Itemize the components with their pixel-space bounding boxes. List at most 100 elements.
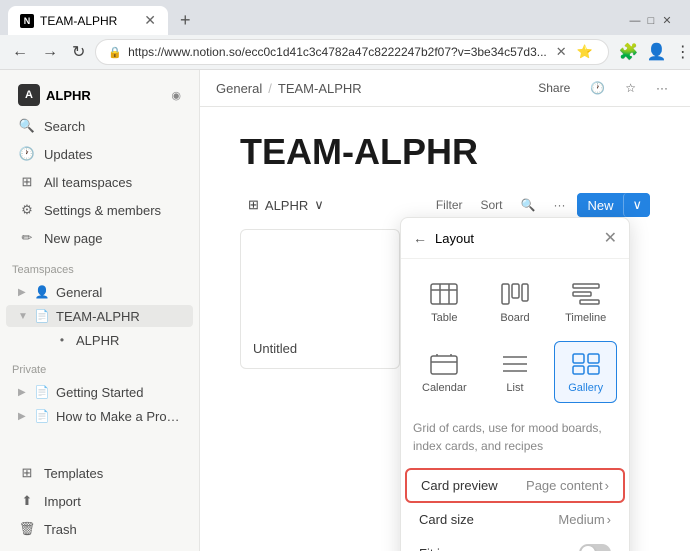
- url-bar[interactable]: 🔒 https://www.notion.so/ecc0c1d41c3c4782…: [95, 39, 608, 65]
- layout-name-table: Table: [431, 312, 457, 324]
- active-tab[interactable]: N TEAM-ALPHR ✕: [8, 6, 168, 35]
- card-size-value: Medium ›: [558, 512, 611, 527]
- layout-popup: ← Layout ✕ Table: [400, 217, 630, 551]
- import-icon: ⬆: [18, 492, 36, 510]
- layout-option-table[interactable]: Table: [413, 271, 476, 333]
- fit-image-row[interactable]: Fit image: [405, 536, 625, 551]
- sidebar-item-import[interactable]: ⬆ Import: [6, 488, 193, 514]
- top-bar: General / TEAM-ALPHR Share 🕐 ☆ ···: [200, 70, 690, 107]
- sidebar-label-teamspaces: All teamspaces: [44, 175, 132, 190]
- db-toolbar: ⊞ ALPHR ∨ Filter Sort 🔍 ··· New ∨: [240, 193, 650, 217]
- sidebar-label-templates: Templates: [44, 466, 103, 481]
- tab-title: TEAM-ALPHR: [40, 14, 138, 28]
- sidebar-label-updates: Updates: [44, 147, 92, 162]
- popup-close-button[interactable]: ✕: [604, 228, 617, 248]
- doc-icon: 📄: [34, 308, 50, 324]
- bookmark-icon[interactable]: ⭐: [574, 44, 596, 60]
- new-tab-button[interactable]: +: [172, 6, 199, 35]
- forward-button[interactable]: →: [38, 41, 62, 63]
- star-icon[interactable]: ✕: [553, 44, 570, 60]
- sidebar-item-newpage[interactable]: ✏ New page: [6, 225, 193, 251]
- sort-button[interactable]: Sort: [475, 195, 509, 215]
- tree-item-general[interactable]: ▶ 👤 General: [6, 281, 193, 303]
- fit-image-toggle[interactable]: [579, 544, 611, 551]
- db-view-button[interactable]: ⊞ ALPHR ∨: [240, 193, 332, 217]
- getting-started-icon: 📄: [34, 384, 50, 400]
- layout-option-timeline[interactable]: Timeline: [554, 271, 617, 333]
- tree-item-alphr[interactable]: • ALPHR: [6, 329, 193, 351]
- sidebar-item-updates[interactable]: 🕐 Updates: [6, 141, 193, 167]
- sidebar-item-teamspaces[interactable]: ⊞ All teamspaces: [6, 169, 193, 195]
- window-controls: — □ ✕: [628, 14, 682, 28]
- sidebar-item-settings[interactable]: ⚙ Settings & members: [6, 197, 193, 223]
- sidebar-label-settings: Settings & members: [44, 203, 161, 218]
- search-icon: 🔍: [18, 117, 36, 135]
- sidebar: A ALPHR ◉ 🔍 Search 🕐 Updates ⊞ All teams…: [0, 70, 200, 551]
- share-button[interactable]: Share: [532, 78, 576, 98]
- extensions-icon[interactable]: 🧩: [619, 42, 639, 62]
- layout-grid: Table Board Timeline: [401, 259, 629, 415]
- close-button[interactable]: ✕: [660, 14, 674, 28]
- alphr-icon: •: [54, 332, 70, 348]
- popup-header: ← Layout ✕: [401, 218, 629, 259]
- minimize-button[interactable]: —: [628, 14, 642, 28]
- layout-name-gallery: Gallery: [568, 382, 603, 394]
- favorite-button[interactable]: ☆: [619, 78, 642, 98]
- card-preview-label: Card preview: [421, 478, 526, 493]
- tab-bar: N TEAM-ALPHR ✕ + — □ ✕: [0, 0, 690, 35]
- page-title: TEAM-ALPHR: [240, 131, 650, 173]
- card-size-row[interactable]: Card size Medium ›: [405, 504, 625, 535]
- sidebar-item-trash[interactable]: 🗑 Trash: [6, 516, 193, 542]
- progress-icon: 📄: [34, 408, 50, 424]
- card-preview-value-text: Page content: [526, 478, 603, 493]
- profile-icon[interactable]: 👤: [647, 42, 667, 62]
- tree-item-progress[interactable]: ▶ 📄 How to Make a Progress ...: [6, 405, 193, 427]
- tab-close-button[interactable]: ✕: [144, 12, 156, 29]
- main-content: General / TEAM-ALPHR Share 🕐 ☆ ··· TEAM-…: [200, 70, 690, 551]
- layout-name-board: Board: [500, 312, 529, 324]
- workspace-header[interactable]: A ALPHR ◉: [6, 80, 193, 110]
- layout-option-gallery[interactable]: Gallery: [554, 341, 617, 403]
- person-icon: 👤: [34, 284, 50, 300]
- more-options-button[interactable]: ···: [650, 78, 674, 98]
- tree-label-general: General: [56, 285, 181, 300]
- new-entry-dropdown-button[interactable]: ∨: [623, 193, 650, 217]
- calendar-layout-icon: [426, 350, 462, 378]
- more-db-button[interactable]: ···: [547, 195, 571, 215]
- card-size-label: Card size: [419, 512, 558, 527]
- maximize-button[interactable]: □: [644, 14, 658, 28]
- layout-option-list[interactable]: List: [484, 341, 547, 403]
- history-button[interactable]: 🕐: [584, 78, 611, 98]
- tree-chevron-progress: ▶: [18, 411, 32, 422]
- sidebar-item-search[interactable]: 🔍 Search: [6, 113, 193, 139]
- updates-icon: 🕐: [18, 145, 36, 163]
- filter-button[interactable]: Filter: [430, 195, 469, 215]
- tree-item-team-alphr[interactable]: ▼ 📄 TEAM-ALPHR: [6, 305, 193, 327]
- search-db-button[interactable]: 🔍: [515, 195, 542, 215]
- timeline-layout-icon: [568, 280, 604, 308]
- breadcrumb-current[interactable]: TEAM-ALPHR: [278, 81, 362, 96]
- db-actions: Filter Sort 🔍 ··· New ∨: [430, 193, 650, 217]
- breadcrumb-general[interactable]: General: [216, 81, 262, 96]
- gallery-card[interactable]: Untitled: [240, 229, 400, 369]
- menu-icon[interactable]: ⋮: [675, 42, 690, 62]
- tree-label-team-alphr: TEAM-ALPHR: [56, 309, 181, 324]
- url-text: https://www.notion.so/ecc0c1d41c3c4782a4…: [128, 45, 547, 59]
- layout-option-board[interactable]: Board: [484, 271, 547, 333]
- breadcrumb-separator: /: [268, 81, 272, 96]
- back-button[interactable]: ←: [8, 41, 32, 63]
- refresh-button[interactable]: ↻: [68, 40, 89, 64]
- popup-title: Layout: [435, 231, 604, 246]
- tree-label-alphr: ALPHR: [76, 333, 181, 348]
- card-preview-row[interactable]: Card preview Page content ›: [405, 468, 625, 503]
- layout-name-timeline: Timeline: [565, 312, 606, 324]
- popup-back-button[interactable]: ←: [413, 230, 427, 246]
- layout-option-calendar[interactable]: Calendar: [413, 341, 476, 403]
- sidebar-label-import: Import: [44, 494, 81, 509]
- layout-name-calendar: Calendar: [422, 382, 467, 394]
- card-size-value-text: Medium: [558, 512, 604, 527]
- tree-item-getting-started[interactable]: ▶ 📄 Getting Started: [6, 381, 193, 403]
- tree-chevron-general: ▶: [18, 287, 32, 298]
- sidebar-item-templates[interactable]: ⊞ Templates: [6, 460, 193, 486]
- new-entry-button[interactable]: New: [577, 193, 623, 217]
